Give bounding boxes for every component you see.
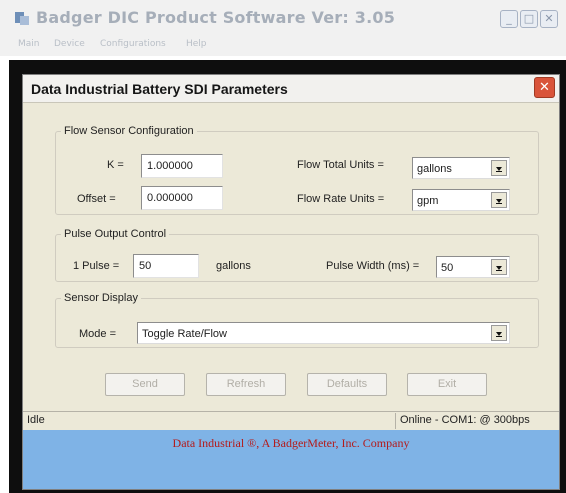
sdi-parameters-dialog: Data Industrial Battery SDI Parameters ✕… (22, 74, 560, 490)
app-close-button[interactable]: ✕ (540, 10, 558, 28)
menu-main[interactable]: Main (18, 39, 40, 49)
status-connection: Online - COM1: @ 300bps (395, 413, 557, 429)
k-label: K = (107, 159, 124, 171)
flow-rate-units-select[interactable]: gpm (412, 189, 510, 211)
k-input[interactable]: 1.000000 (141, 154, 223, 178)
refresh-button[interactable]: Refresh (206, 373, 286, 396)
mode-label: Mode = (79, 328, 116, 340)
mode-select[interactable]: Toggle Rate/Flow (137, 322, 510, 344)
flow-rate-units-label: Flow Rate Units = (297, 193, 385, 205)
flow-total-units-select[interactable]: gallons (412, 157, 510, 179)
mode-value: Toggle Rate/Flow (142, 328, 227, 340)
status-idle: Idle (27, 414, 45, 426)
pulse-input[interactable]: 50 (133, 254, 199, 278)
flow-total-units-label: Flow Total Units = (297, 159, 384, 171)
flow-rate-units-value: gpm (417, 195, 439, 207)
pulse-unit: gallons (216, 260, 251, 272)
flow-total-units-value: gallons (417, 163, 452, 175)
dialog-titlebar: Data Industrial Battery SDI Parameters ✕ (23, 75, 559, 103)
company-banner: Data Industrial ®, A BadgerMeter, Inc. C… (23, 430, 559, 489)
chevron-down-icon[interactable] (491, 160, 507, 176)
exit-button[interactable]: Exit (407, 373, 487, 396)
dialog-close-button[interactable]: ✕ (534, 77, 555, 98)
menu-device[interactable]: Device (54, 39, 85, 49)
app-title: Badger DIC Product Software Ver: 3.05 (36, 8, 396, 27)
menu-help[interactable]: Help (186, 39, 207, 49)
chevron-down-icon[interactable] (491, 259, 507, 275)
send-button[interactable]: Send (105, 373, 185, 396)
dialog-title: Data Industrial Battery SDI Parameters (31, 81, 288, 97)
offset-label: Offset = (77, 193, 116, 205)
pulse-width-select[interactable]: 50 (436, 256, 510, 278)
company-banner-text: Data Industrial ®, A BadgerMeter, Inc. C… (172, 436, 410, 450)
minimize-button[interactable]: _ (500, 10, 518, 28)
pulse-width-value: 50 (441, 262, 454, 274)
app-icon (15, 12, 29, 25)
status-bar: Idle Online - COM1: @ 300bps (23, 411, 559, 429)
pulse-label: 1 Pulse = (73, 260, 120, 272)
offset-input[interactable]: 0.000000 (141, 186, 223, 210)
chevron-down-icon[interactable] (491, 325, 507, 341)
sensor-display-legend: Sensor Display (64, 292, 138, 304)
pulse-output-legend: Pulse Output Control (64, 228, 167, 240)
defaults-button[interactable]: Defaults (307, 373, 387, 396)
chevron-down-icon[interactable] (491, 192, 507, 208)
flow-sensor-legend: Flow Sensor Configuration (64, 125, 194, 137)
menu-configurations[interactable]: Configurations (100, 39, 166, 49)
app-menubar: Main Device Configurations Help (0, 36, 566, 56)
pulse-width-label: Pulse Width (ms) = (326, 260, 420, 272)
maximize-button[interactable]: □ (520, 10, 538, 28)
app-titlebar: Badger DIC Product Software Ver: 3.05 _ … (0, 0, 566, 36)
